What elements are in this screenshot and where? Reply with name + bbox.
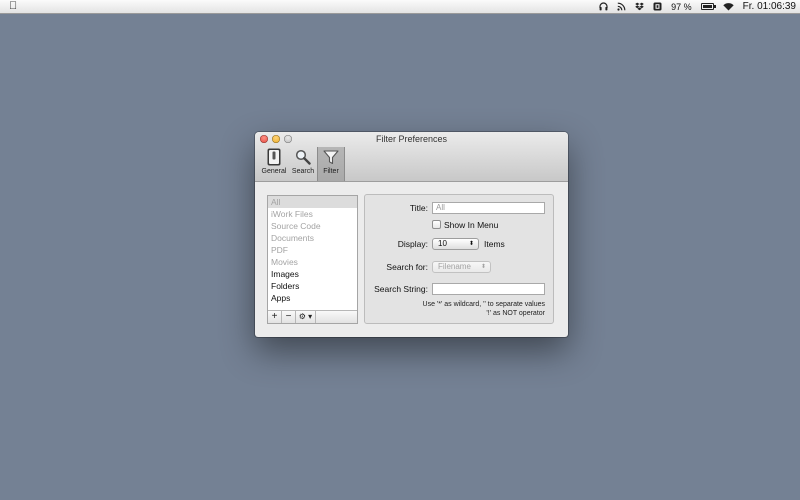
menu-extras: 97 % Fr. 01:06:39 [599, 0, 796, 13]
window-title: Filter Preferences [375, 134, 448, 144]
filter-list-bar: + − ⚙ ▾ [268, 310, 357, 323]
toolbar-general-label: General [261, 168, 287, 175]
display-count-popup[interactable]: 10 ⬍ [432, 238, 479, 250]
general-switch-icon [267, 147, 281, 167]
display-count-value: 10 [438, 239, 447, 248]
wildcard-hint: Use '*' as wildcard, '' to separate valu… [422, 301, 545, 308]
filter-list-item[interactable]: Folders [268, 280, 357, 292]
dropbox-icon[interactable] [635, 0, 644, 13]
filter-list-item[interactable]: All [268, 196, 357, 208]
updown-arrow-icon: ⬍ [480, 264, 486, 270]
search-for-popup[interactable]: Filename ⬍ [432, 261, 491, 273]
title-label: Title: [409, 203, 428, 213]
title-field[interactable]: All [432, 202, 545, 214]
filter-list-item[interactable]: Movies [268, 256, 357, 268]
search-string-label: Search String: [374, 284, 428, 294]
toolbar-search-label: Search [291, 168, 315, 175]
remove-filter-button[interactable]: − [282, 311, 296, 323]
gear-menu-button[interactable]: ⚙ ▾ [296, 311, 316, 323]
toolbar-general-button[interactable]: General [259, 147, 289, 181]
toolbar-filter-label: Filter [323, 168, 339, 175]
filter-list-item[interactable]: Apps [268, 292, 357, 304]
toolbar-filter-button[interactable]: Filter [317, 147, 345, 181]
magnifier-icon [295, 147, 311, 167]
funnel-icon [323, 147, 339, 167]
filter-list-item[interactable]: PDF [268, 244, 357, 256]
add-filter-button[interactable]: + [268, 311, 282, 323]
updown-arrow-icon: ⬍ [468, 241, 474, 247]
menu-bar:  97 % Fr. 01:06:39 [0, 0, 800, 14]
filter-list-item[interactable]: Images [268, 268, 357, 280]
filter-list-item[interactable]: Documents [268, 232, 357, 244]
rss-icon[interactable] [617, 0, 626, 13]
filter-preferences-window: Filter Preferences General Search Filter… [255, 132, 568, 337]
show-in-menu-checkbox[interactable] [432, 220, 441, 229]
items-label: Items [484, 239, 505, 249]
app-status-icon[interactable] [653, 0, 662, 13]
filter-list-item[interactable]: iWork Files [268, 208, 357, 220]
search-string-field[interactable] [432, 283, 545, 295]
battery-percent[interactable]: 97 % [671, 0, 692, 13]
window-toolbar: Filter Preferences General Search Filter [255, 132, 568, 182]
filter-detail-panel: Title: All Show In Menu Display: 10 ⬍ It… [364, 194, 554, 324]
search-for-label: Search for: [386, 262, 428, 272]
headphones-icon[interactable] [599, 0, 608, 13]
filter-list-item[interactable]: Source Code [268, 220, 357, 232]
apple-icon[interactable]:  [9, 1, 17, 12]
not-operator-hint: '!' as NOT operator [486, 310, 545, 317]
search-for-value: Filename [438, 262, 471, 271]
display-label: Display: [397, 239, 428, 249]
toolbar-search-button[interactable]: Search [290, 147, 316, 181]
filter-list-items: All iWork Files Source Code Documents PDF Mov… [268, 196, 357, 304]
filter-list: All iWork Files Source Code Documents PDF Mov… [267, 195, 358, 324]
battery-icon[interactable] [700, 0, 716, 13]
menu-clock[interactable]: Fr. 01:06:39 [743, 0, 796, 13]
wifi-icon[interactable] [722, 0, 734, 13]
show-in-menu-label: Show In Menu [444, 220, 499, 230]
